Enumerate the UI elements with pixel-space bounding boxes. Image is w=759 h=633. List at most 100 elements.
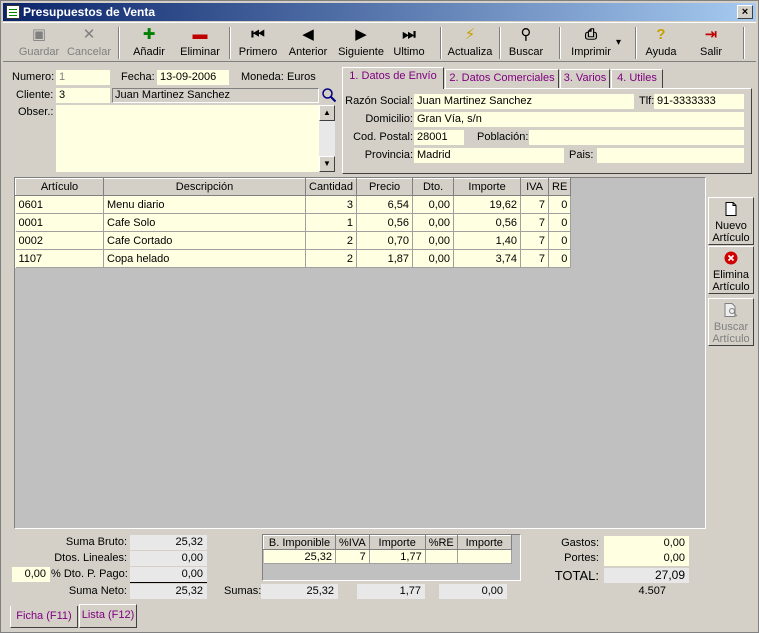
minus-icon: ▬	[192, 26, 208, 43]
salir-button[interactable]: ⇥ Salir	[693, 25, 729, 61]
plus-icon: ✚	[142, 26, 156, 43]
table-row[interactable]: 0002 Cafe Cortado 2 0,70 0,00 1,40 7 0	[15, 231, 572, 250]
table-cell[interactable]: 2	[305, 249, 358, 268]
print-dropdown-icon[interactable]: ▾	[616, 37, 621, 48]
table-cell[interactable]: 19,62	[453, 195, 522, 214]
pais-field[interactable]	[597, 148, 744, 163]
obser-textarea[interactable]	[56, 105, 319, 172]
eliminar-button[interactable]: ▬ Eliminar	[177, 25, 223, 61]
column-header[interactable]: Precio	[356, 178, 414, 196]
table-cell[interactable]: 6,54	[356, 195, 414, 214]
column-header[interactable]: Dto.	[412, 178, 455, 196]
table-cell[interactable]: 0,00	[412, 231, 455, 250]
toolbar-label: Cancelar	[66, 46, 112, 58]
table-cell[interactable]: 0601	[15, 195, 104, 214]
table-cell[interactable]: 7	[520, 231, 550, 250]
cliente-code-field[interactable]: 3	[56, 88, 110, 103]
tab-datos-envio[interactable]: 1. Datos de Envío	[342, 67, 444, 89]
table-cell[interactable]: 0001	[15, 213, 104, 232]
table-cell[interactable]: 0	[548, 231, 572, 250]
table-cell[interactable]: 0,00	[412, 213, 455, 232]
toolbar-separator	[229, 27, 231, 59]
table-cell[interactable]: 1,40	[453, 231, 522, 250]
razon-field[interactable]: Juan Martinez Sanchez	[414, 94, 634, 109]
table-cell[interactable]: 1,87	[356, 249, 414, 268]
domicilio-field[interactable]: Gran Vía, s/n	[414, 112, 744, 127]
tax-cell: 7	[335, 549, 370, 564]
table-cell[interactable]: 7	[520, 213, 550, 232]
table-cell[interactable]: 3,74	[453, 249, 522, 268]
column-header[interactable]: IVA	[520, 178, 550, 196]
cp-field[interactable]: 28001	[414, 130, 464, 145]
tab-lista[interactable]: Lista (F12)	[79, 604, 137, 628]
table-cell[interactable]: 1107	[15, 249, 104, 268]
primero-button[interactable]: ⏮ Primero	[235, 25, 281, 61]
buscar-articulo-button[interactable]: Buscar Artículo	[708, 298, 754, 346]
table-cell[interactable]: 0,00	[412, 249, 455, 268]
tab-utiles[interactable]: 4. Utiles	[611, 69, 663, 88]
close-button[interactable]: ×	[737, 5, 753, 19]
pais-label: Pais:	[569, 149, 594, 161]
table-cell[interactable]: 0,70	[356, 231, 414, 250]
buscar-button[interactable]: ⚲ Buscar	[506, 25, 546, 61]
tab-varios[interactable]: 3. Varios	[560, 69, 610, 88]
anadir-button[interactable]: ✚ Añadir	[127, 25, 171, 61]
table-cell[interactable]: 0,56	[453, 213, 522, 232]
articles-grid[interactable]: Artículo Descripción Cantidad Precio Dto. Imp…	[14, 177, 706, 529]
table-cell[interactable]: Copa helado	[103, 249, 306, 268]
scroll-up-icon[interactable]: ▲	[319, 105, 335, 121]
table-cell[interactable]: 1	[305, 213, 358, 232]
table-cell[interactable]: 0,56	[356, 213, 414, 232]
siguiente-button[interactable]: ▶ Siguiente	[335, 25, 387, 61]
anterior-button[interactable]: ◀ Anterior	[286, 25, 330, 61]
scroll-down-icon[interactable]: ▼	[319, 156, 335, 172]
dto-pago-pct-field[interactable]: 0,00	[12, 567, 50, 582]
actualiza-button[interactable]: ⚡ Actualiza	[445, 25, 495, 61]
numero-field[interactable]: 1	[56, 70, 110, 85]
poblacion-field[interactable]	[529, 130, 744, 145]
table-row[interactable]: 1107 Copa helado 2 1,87 0,00 3,74 7 0	[15, 249, 572, 268]
table-cell[interactable]: 2	[305, 231, 358, 250]
table-cell[interactable]: 0,00	[412, 195, 455, 214]
total-value: 27,09	[604, 568, 689, 583]
tax-header-row: B. Imponible %IVA Importe %RE Importe	[263, 535, 512, 550]
nuevo-articulo-button[interactable]: Nuevo Artículo	[708, 197, 754, 245]
portes-field[interactable]: 0,00	[604, 551, 689, 566]
table-cell[interactable]: 0002	[15, 231, 104, 250]
obser-scrollbar[interactable]: ▲ ▼	[319, 105, 335, 172]
ultimo-button[interactable]: ⏭ Ultimo	[392, 25, 426, 61]
gastos-field[interactable]: 0,00	[604, 536, 689, 551]
table-cell[interactable]: 7	[520, 195, 550, 214]
table-cell[interactable]: 7	[520, 249, 550, 268]
cancelar-button[interactable]: ✕ Cancelar	[65, 25, 113, 61]
fecha-field[interactable]: 13-09-2006	[157, 70, 229, 85]
table-cell[interactable]: Cafe Cortado	[103, 231, 306, 250]
table-cell[interactable]: 3	[305, 195, 358, 214]
toolbar: ▣ Guardar ✕ Cancelar ✚ Añadir ▬ Eliminar ⏮ Primer…	[3, 22, 756, 62]
tlf-field[interactable]: 91-3333333	[654, 94, 744, 109]
column-header[interactable]: RE	[548, 178, 572, 196]
imprimir-button[interactable]: ⎙ Imprimir	[565, 25, 617, 61]
tab-datos-comerciales[interactable]: 2. Datos Comerciales	[445, 69, 559, 88]
column-header[interactable]: Importe	[453, 178, 522, 196]
table-cell[interactable]: 0	[548, 213, 572, 232]
column-header[interactable]: Descripción	[103, 178, 306, 196]
table-row[interactable]: 0001 Cafe Solo 1 0,56 0,00 0,56 7 0	[15, 213, 572, 232]
guardar-button[interactable]: ▣ Guardar	[17, 25, 61, 61]
table-cell[interactable]: 0	[548, 195, 572, 214]
title-bar[interactable]: Presupuestos de Venta ×	[3, 3, 756, 21]
tab-ficha[interactable]: Ficha (F11)	[10, 606, 78, 628]
table-cell[interactable]: 0	[548, 249, 572, 268]
elimina-articulo-button[interactable]: Elimina Artículo	[708, 246, 754, 294]
tax-breakdown-grid: B. Imponible %IVA Importe %RE Importe 25,32 7…	[262, 534, 521, 581]
column-header[interactable]: Cantidad	[304, 178, 358, 196]
table-cell[interactable]: Menu diario	[103, 195, 306, 214]
provincia-field[interactable]: Madrid	[414, 148, 564, 163]
table-cell[interactable]: Cafe Solo	[103, 213, 306, 232]
search-icon[interactable]	[321, 87, 337, 103]
toolbar-label: Buscar	[508, 46, 544, 58]
table-row[interactable]: 0601 Menu diario 3 6,54 0,00 19,62 7 0	[15, 195, 572, 214]
ayuda-button[interactable]: ? Ayuda	[641, 25, 681, 61]
toolbar-label: Primero	[238, 46, 278, 58]
column-header[interactable]: Artículo	[15, 178, 104, 196]
